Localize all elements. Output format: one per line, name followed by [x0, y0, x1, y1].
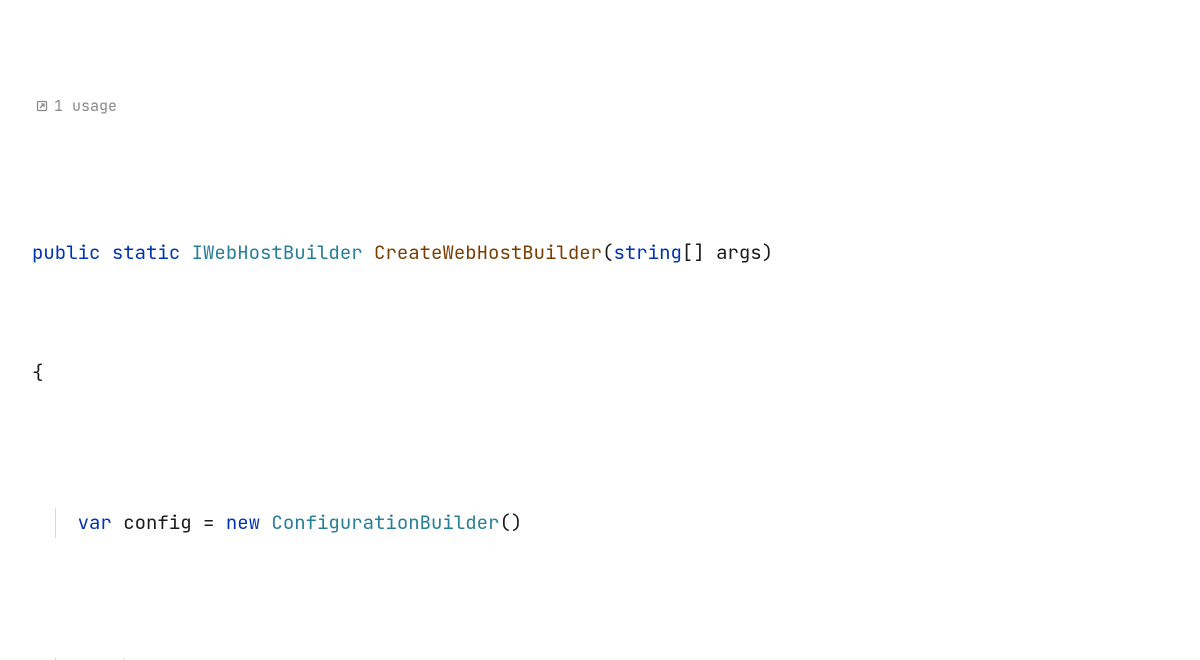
param-type: string	[613, 240, 681, 265]
punct: )	[511, 510, 522, 535]
keyword-static: static	[112, 240, 180, 265]
return-type: IWebHostBuilder	[192, 240, 363, 265]
code-line[interactable]: var config = new ConfigurationBuilder()	[16, 508, 1200, 538]
code-line[interactable]: {	[16, 358, 1200, 388]
type-configurationbuilder: ConfigurationBuilder	[271, 510, 499, 535]
punct: (	[499, 510, 510, 535]
variable-config: config	[123, 510, 191, 535]
punct: )	[762, 240, 773, 265]
code-line[interactable]: public static IWebHostBuilder CreateWebH…	[16, 238, 1200, 268]
keyword-var: var	[78, 510, 112, 535]
keyword-new: new	[226, 510, 260, 535]
usage-arrow-icon	[36, 100, 48, 112]
usages-inlay[interactable]: 1 usage	[16, 94, 1200, 118]
eq: =	[192, 510, 226, 535]
punct: (	[602, 240, 613, 265]
code-editor[interactable]: 1 usage public static IWebHostBuilder Cr…	[0, 0, 1200, 660]
method-name: CreateWebHostBuilder	[374, 240, 602, 265]
keyword-public: public	[32, 240, 100, 265]
param-name: args	[716, 240, 762, 265]
brace-open: {	[32, 360, 43, 385]
array-brackets: []	[682, 240, 705, 265]
usages-count: 1 usage	[54, 96, 117, 116]
